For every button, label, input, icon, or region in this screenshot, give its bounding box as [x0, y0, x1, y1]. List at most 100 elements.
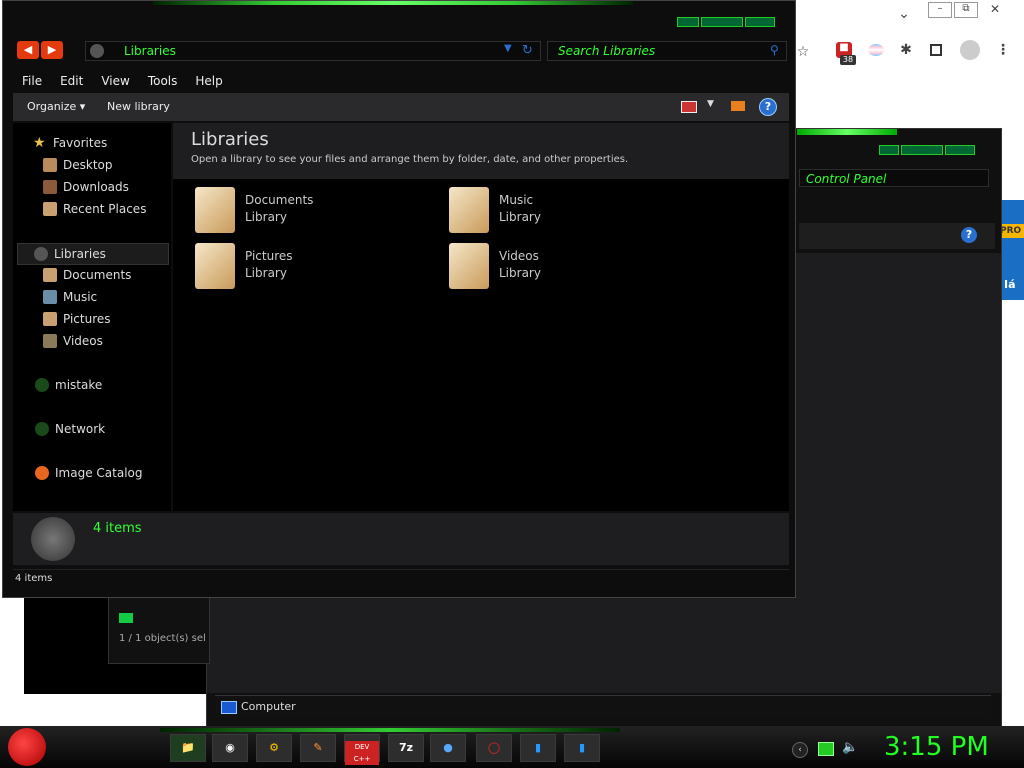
status-item-count: 4 items: [15, 573, 53, 584]
taskbar: [0, 726, 1024, 768]
help-icon[interactable]: ?: [759, 98, 777, 116]
library-pictures[interactable]: Pictures Library: [195, 243, 415, 289]
menu-tools[interactable]: Tools: [139, 71, 187, 91]
search-libraries-input[interactable]: Search Libraries ⚲: [547, 41, 787, 61]
search-placeholder: Search Libraries: [558, 44, 656, 58]
restore-icon[interactable]: ⧉: [954, 2, 978, 18]
library-music[interactable]: Music Library: [449, 187, 669, 233]
close-button[interactable]: [745, 17, 775, 27]
command-bar: Organize ▾ New library ▼ ?: [13, 93, 789, 121]
forward-button[interactable]: ▶: [41, 41, 63, 59]
videos-icon: [43, 334, 57, 348]
nav-desktop[interactable]: Desktop: [13, 155, 171, 175]
nav-favorites[interactable]: ★ Favorites: [13, 133, 171, 153]
pictures-icon: [43, 312, 57, 326]
control-panel-search-input[interactable]: Control Panel: [799, 169, 989, 187]
menu-bar: File Edit View Tools Help: [13, 71, 789, 91]
details-pane: 4 items: [13, 513, 789, 565]
window-controls[interactable]: [677, 17, 775, 27]
view-options-icon[interactable]: [681, 101, 697, 113]
banner-text: Iá: [1004, 278, 1016, 291]
taskbar-devcpp-icon[interactable]: DEV C++: [344, 734, 380, 765]
menu-view[interactable]: View: [92, 71, 138, 91]
taskbar-7zip-icon[interactable]: 7z: [388, 734, 424, 762]
profile-icon[interactable]: [960, 40, 980, 60]
content-pane: Libraries Open a library to see your fil…: [173, 123, 789, 511]
taskbar-settings-icon[interactable]: ⚙: [256, 734, 292, 762]
chevron-down-icon[interactable]: ⌄: [896, 6, 912, 22]
nav-recent-places[interactable]: Recent Places: [13, 199, 171, 219]
address-text: Libraries: [124, 44, 176, 58]
nav-libraries[interactable]: Libraries: [17, 243, 169, 265]
nav-videos[interactable]: Videos: [13, 331, 171, 351]
taskbar-chrome-icon[interactable]: ◉: [212, 734, 248, 762]
library-documents[interactable]: Documents Library: [195, 187, 415, 233]
refresh-icon[interactable]: ↻: [522, 43, 533, 58]
browser-background: ⌄ – ⧉ ✕ ☆ ■ 38 ✱ ⋮: [796, 0, 1024, 100]
background-toolbar: ?: [799, 223, 995, 249]
organize-button[interactable]: Organize ▾: [27, 100, 85, 113]
nav-music[interactable]: Music: [13, 287, 171, 307]
menu-edit[interactable]: Edit: [51, 71, 92, 91]
minimize-button[interactable]: [677, 17, 699, 27]
small-window-button[interactable]: [119, 613, 133, 623]
view-dropdown-icon[interactable]: ▼: [707, 99, 714, 109]
recent-places-icon: [43, 202, 57, 216]
status-bar: 4 items: [13, 569, 789, 588]
small-background-window[interactable]: 1 / 1 object(s) sel: [108, 596, 210, 664]
image-catalog-icon: [35, 466, 49, 480]
search-icon[interactable]: ⚲: [770, 43, 779, 57]
maximize-button[interactable]: [701, 17, 743, 27]
downloads-icon: [43, 180, 57, 194]
network-tray-icon[interactable]: [818, 742, 834, 756]
badge-count: 38: [840, 55, 856, 65]
address-dropdown-icon[interactable]: ▼: [504, 43, 512, 54]
menu-help[interactable]: Help: [186, 71, 231, 91]
close-icon[interactable]: ✕: [984, 2, 1006, 16]
nav-network[interactable]: Network: [13, 419, 171, 439]
taskbar-paint-icon[interactable]: ✎: [300, 734, 336, 762]
menu-file[interactable]: File: [13, 71, 51, 91]
libraries-icon: [34, 247, 48, 261]
pictures-library-icon: [195, 243, 235, 289]
nav-mistake[interactable]: mistake: [13, 375, 171, 395]
puzzle-icon[interactable]: ✱: [898, 42, 914, 58]
page-title: Libraries: [191, 129, 269, 150]
tray-expand-icon[interactable]: ‹: [792, 742, 808, 758]
browser-page-banner: PRO Iá: [1000, 200, 1024, 300]
back-button[interactable]: ◀: [17, 41, 39, 59]
nav-image-catalog[interactable]: Image Catalog: [13, 463, 171, 483]
computer-icon: [221, 701, 237, 714]
nav-documents[interactable]: Documents: [13, 265, 171, 285]
minimize-icon[interactable]: –: [928, 2, 952, 18]
clock[interactable]: 3:15 PM: [884, 732, 989, 762]
kebab-menu-icon[interactable]: ⋮: [996, 42, 1010, 58]
taskbar-explorer-icon[interactable]: 📁: [170, 734, 206, 762]
window-controls[interactable]: [879, 145, 975, 155]
content-header: Libraries Open a library to see your fil…: [173, 123, 789, 179]
taskbar-opera-icon[interactable]: ◯: [476, 734, 512, 762]
music-icon: [43, 290, 57, 304]
music-library-icon: [449, 187, 489, 233]
navigation-pane: ★ Favorites Desktop Downloads Recent Plac…: [13, 123, 171, 511]
documents-icon: [43, 268, 57, 282]
taskbar-window-icon[interactable]: ▮: [520, 734, 556, 762]
address-bar[interactable]: Libraries ▼ ↻: [85, 41, 541, 61]
new-library-button[interactable]: New library: [107, 100, 170, 113]
nav-downloads[interactable]: Downloads: [13, 177, 171, 197]
page-subtitle: Open a library to see your files and arr…: [191, 154, 629, 165]
star-icon[interactable]: ☆: [796, 44, 810, 60]
sidepanel-icon[interactable]: [930, 44, 942, 56]
preview-pane-icon[interactable]: [731, 101, 745, 111]
start-button[interactable]: [8, 728, 46, 766]
help-icon[interactable]: ?: [961, 227, 977, 243]
gender-extension-icon[interactable]: [868, 44, 884, 56]
volume-icon[interactable]: 🔈: [842, 740, 858, 755]
library-videos[interactable]: Videos Library: [449, 243, 669, 289]
star-icon: ★: [33, 135, 46, 151]
taskbar-app-icon[interactable]: ●: [430, 734, 466, 762]
nav-pictures[interactable]: Pictures: [13, 309, 171, 329]
taskbar-window2-icon[interactable]: ▮: [564, 734, 600, 762]
libraries-window[interactable]: ◀ ▶ Libraries ▼ ↻ Search Libraries ⚲ Fil…: [2, 0, 796, 598]
libraries-large-icon: [31, 517, 75, 561]
